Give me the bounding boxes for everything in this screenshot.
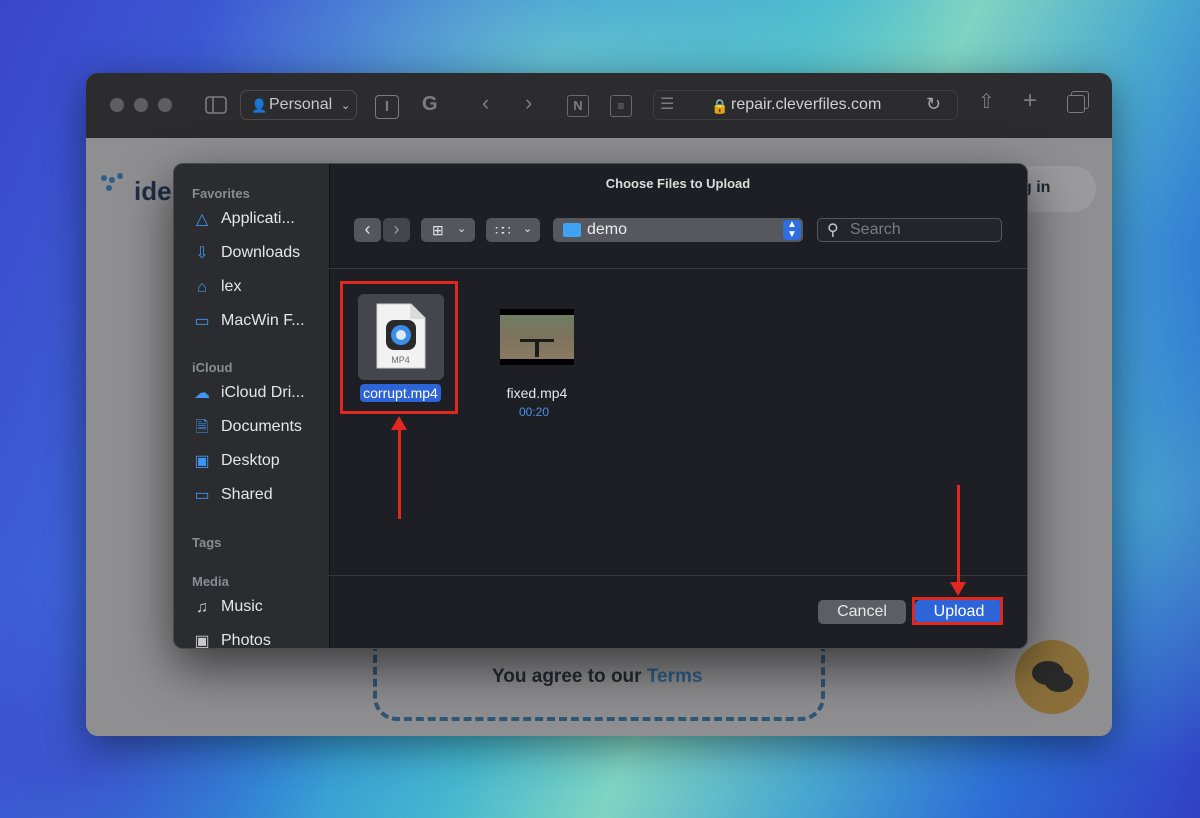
profile-selector[interactable]: 👤 Personal ⌄ bbox=[240, 90, 357, 120]
sidebar-item-macwin[interactable]: ▭ MacWin F... bbox=[192, 310, 324, 334]
shared-folder-icon: ▭ bbox=[194, 487, 210, 504]
cancel-button[interactable]: Cancel bbox=[818, 600, 906, 624]
highlight-box-corrupt-file bbox=[340, 281, 458, 414]
minimize-window-button[interactable] bbox=[134, 98, 148, 112]
video-thumbnail bbox=[500, 309, 574, 365]
location-label: demo bbox=[587, 221, 628, 238]
chat-button[interactable] bbox=[1015, 640, 1089, 714]
annotation-arrow-up bbox=[398, 427, 401, 519]
sidebar-item-label: Shared bbox=[221, 486, 273, 503]
location-selector[interactable]: demo ▲ ▼ bbox=[553, 218, 803, 242]
sidebar-item-home[interactable]: ⌂ lex bbox=[192, 276, 324, 300]
sidebar-item-applications[interactable]: △ Applicati... bbox=[192, 208, 324, 232]
logo-icon bbox=[100, 172, 124, 196]
chevron-down-icon: ⌄ bbox=[457, 223, 467, 235]
person-icon: 👤 bbox=[251, 98, 268, 113]
reload-icon[interactable]: ↻ bbox=[926, 95, 941, 113]
search-field[interactable]: ⚲ Search bbox=[817, 218, 1002, 242]
forward-button[interactable]: › bbox=[383, 218, 410, 242]
downloads-icon: ⇩ bbox=[195, 245, 209, 262]
video-duration: 00:20 bbox=[519, 405, 550, 419]
grid-view-icon: ⊞ bbox=[432, 222, 444, 238]
site-logo-text: ide bbox=[134, 176, 172, 206]
arrow-down-head-icon bbox=[950, 582, 966, 596]
dialog-sidebar: Favorites △ Applicati... ⇩ Downloads ⌂ l… bbox=[174, 164, 330, 648]
icloud-header: iCloud bbox=[192, 360, 233, 375]
zoom-window-button[interactable] bbox=[158, 98, 172, 112]
profile-label: Personal bbox=[269, 96, 333, 113]
document-icon: 🗎 bbox=[195, 419, 209, 436]
dialog-title: Choose Files to Upload bbox=[605, 176, 751, 191]
sidebar-item-label: Applicati... bbox=[221, 210, 295, 227]
sidebar-item-icloud-drive[interactable]: ☁ iCloud Dri... bbox=[192, 382, 324, 406]
annotation-arrow-down bbox=[957, 485, 960, 584]
tags-header: Tags bbox=[192, 535, 222, 550]
highlight-box-upload bbox=[912, 597, 1003, 625]
sidebar-item-downloads[interactable]: ⇩ Downloads bbox=[192, 242, 324, 266]
updown-stepper-icon: ▲ ▼ bbox=[783, 220, 801, 240]
bike-stem-shape bbox=[535, 339, 539, 357]
chevron-left-icon: ‹ bbox=[364, 219, 371, 239]
chevron-right-icon: › bbox=[393, 219, 400, 239]
forward-arrow-icon[interactable]: › bbox=[525, 92, 532, 114]
back-button[interactable]: ‹ bbox=[354, 218, 381, 242]
grammarly-icon[interactable]: G bbox=[422, 94, 438, 114]
notion-icon[interactable]: N bbox=[567, 95, 589, 117]
agree-text: You agree to our Terms bbox=[492, 666, 702, 688]
sidebar-item-label: Music bbox=[221, 598, 263, 615]
chevron-down-icon: ⌄ bbox=[523, 223, 533, 235]
desktop-icon: ▣ bbox=[194, 453, 210, 470]
chat-bubble-icon bbox=[1032, 661, 1073, 692]
group-by-selector[interactable]: ∷∷ ⌄ bbox=[486, 218, 540, 242]
tab-overview-icon[interactable] bbox=[1067, 95, 1085, 113]
sidebar-item-label: iCloud Dri... bbox=[221, 384, 305, 401]
search-icon: ⚲ bbox=[827, 222, 839, 239]
home-icon: ⌂ bbox=[197, 279, 207, 296]
sidebar-item-documents[interactable]: 🗎 Documents bbox=[192, 416, 324, 440]
sidebar-item-label: Desktop bbox=[221, 452, 280, 469]
sidebar-item-label: Downloads bbox=[221, 244, 301, 261]
group-grid-icon: ∷∷ bbox=[495, 222, 511, 238]
agree-label: You agree to our bbox=[492, 666, 642, 687]
lock-icon: 🔒 bbox=[711, 98, 729, 114]
chevron-down-icon: ⌄ bbox=[341, 100, 351, 112]
sidebar-item-desktop[interactable]: ▣ Desktop bbox=[192, 450, 324, 474]
url-text: repair.cleverfiles.com bbox=[731, 96, 882, 113]
close-window-button[interactable] bbox=[110, 98, 124, 112]
media-header: Media bbox=[192, 574, 229, 589]
todoist-icon[interactable]: ≡ bbox=[610, 95, 632, 117]
folder-icon: ▭ bbox=[194, 313, 210, 330]
folder-icon bbox=[563, 223, 581, 237]
search-placeholder: Search bbox=[850, 221, 901, 238]
sidebar-item-shared[interactable]: ▭ Shared bbox=[192, 484, 324, 508]
camera-icon: ▣ bbox=[194, 633, 210, 649]
sidebar-item-music[interactable]: ♫ Music bbox=[192, 596, 324, 620]
sidebar-item-label: MacWin F... bbox=[221, 312, 305, 329]
file-name: fixed.mp4 bbox=[506, 385, 568, 401]
browser-toolbar: 👤 Personal ⌄ I G ‹ › N ≡ ☰ 🔒 repair.clev… bbox=[86, 73, 1112, 139]
view-mode-selector[interactable]: ⊞ ⌄ bbox=[421, 218, 475, 242]
sidebar-item-label: Photos bbox=[221, 632, 271, 649]
share-icon[interactable]: ⇧ bbox=[978, 92, 995, 112]
applications-icon: △ bbox=[195, 211, 209, 228]
page-menu-icon[interactable]: ☰ bbox=[660, 96, 674, 114]
extension-i-icon[interactable]: I bbox=[375, 95, 399, 119]
terms-link[interactable]: Terms bbox=[647, 666, 703, 687]
back-arrow-icon[interactable]: ‹ bbox=[482, 92, 489, 114]
favorites-header: Favorites bbox=[192, 186, 250, 201]
footer-divider bbox=[329, 575, 1027, 576]
cloud-icon: ☁ bbox=[194, 385, 210, 402]
new-tab-icon[interactable]: + bbox=[1023, 89, 1037, 113]
sidebar-item-label: lex bbox=[221, 278, 242, 295]
music-icon: ♫ bbox=[196, 599, 208, 616]
arrow-up-head-icon bbox=[391, 416, 407, 430]
sidebar-item-photos[interactable]: ▣ Photos bbox=[192, 630, 324, 649]
file-upload-dialog: Favorites △ Applicati... ⇩ Downloads ⌂ l… bbox=[173, 163, 1028, 649]
header-divider bbox=[329, 268, 1027, 269]
sidebar-item-label: Documents bbox=[221, 418, 302, 435]
sidebar-toggle-icon[interactable] bbox=[205, 96, 227, 117]
